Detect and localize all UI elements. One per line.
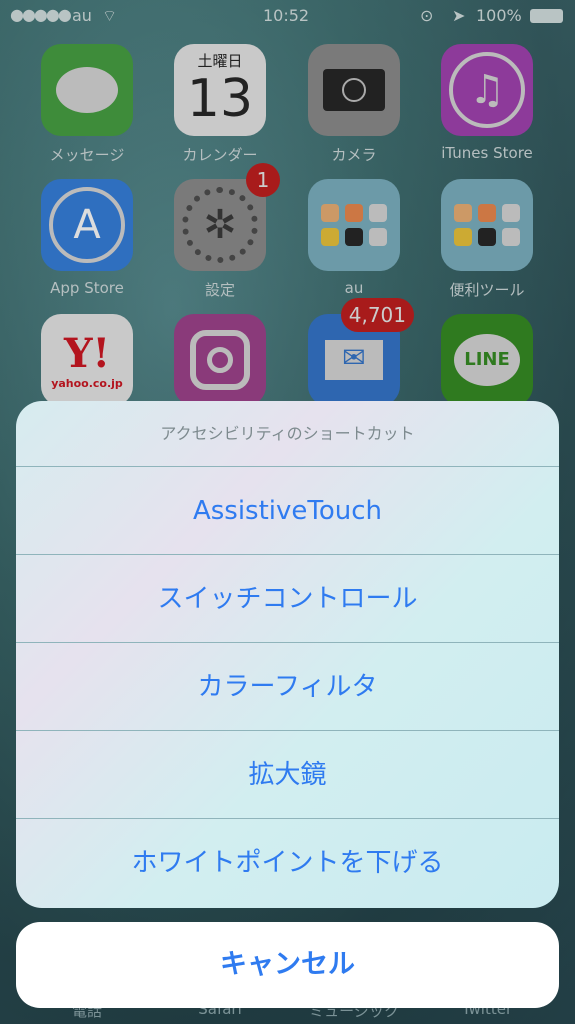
option-assistivetouch[interactable]: AssistiveTouch	[16, 467, 559, 555]
notification-badge: 1	[246, 163, 280, 197]
option-reduce-white-point[interactable]: ホワイトポイントを下げる	[16, 819, 559, 907]
app-label: App Store	[50, 279, 124, 297]
app-label: 設定	[204, 281, 235, 299]
folder-icon	[441, 179, 533, 271]
app-messages[interactable]: メッセージ	[41, 44, 133, 165]
app-label: メッセージ	[49, 146, 125, 164]
cancel-button[interactable]: キャンセル	[16, 922, 559, 1008]
rotation-lock-icon: ⊙	[420, 6, 434, 25]
yahoo-icon: Y! yahoo.co.jp	[41, 314, 133, 406]
accessibility-shortcut-sheet: アクセシビリティのショートカット AssistiveTouch スイッチコントロ…	[16, 401, 559, 908]
app-instagram[interactable]	[174, 314, 266, 406]
clock: 10:52	[263, 6, 310, 25]
app-calendar[interactable]: 土曜日 13 カレンダー	[174, 44, 266, 165]
line-logo: LINE	[454, 334, 520, 386]
app-settings[interactable]: ✲ 設定 1	[174, 163, 280, 300]
app-label: au	[344, 279, 364, 297]
app-folder[interactable]: au	[308, 179, 400, 297]
sheet-title: アクセシビリティのショートカット	[16, 401, 559, 467]
status-bar: ●●●●● au ⌔ 10:52 ⊙ ➤ 100%	[0, 0, 575, 32]
app-app-store[interactable]: A App Store	[41, 179, 133, 297]
calendar-icon: 土曜日 13	[174, 44, 266, 136]
app-mail[interactable]: ✉ 4,701	[308, 298, 414, 406]
location-icon: ➤	[452, 6, 466, 25]
line-icon: LINE	[441, 314, 533, 406]
app-itunes[interactable]: ♫ iTunes Store	[441, 44, 533, 162]
app-label: カレンダー	[182, 146, 258, 164]
battery-percent: 100%	[476, 6, 522, 25]
app-line[interactable]: LINE	[441, 314, 533, 406]
option-color-filters[interactable]: カラーフィルタ	[16, 643, 559, 731]
app-label: 便利ツール	[449, 281, 525, 299]
app-store-icon: A	[41, 179, 133, 271]
app-label: カメラ	[331, 146, 377, 164]
option-magnifier[interactable]: 拡大鏡	[16, 731, 559, 819]
app-yahoo[interactable]: Y! yahoo.co.jp	[41, 314, 133, 406]
messages-icon	[41, 44, 133, 136]
app-label: iTunes Store	[441, 144, 533, 162]
option-switch-control[interactable]: スイッチコントロール	[16, 555, 559, 643]
signal-icon: ●●●●●	[10, 5, 72, 24]
calendar-weekday: 土曜日	[197, 52, 243, 70]
instagram-icon	[174, 314, 266, 406]
battery-icon	[530, 9, 563, 23]
notification-badge: 4,701	[340, 298, 414, 332]
itunes-icon: ♫	[441, 44, 533, 136]
yahoo-logo: Y!	[63, 330, 111, 377]
app-camera[interactable]: カメラ	[308, 44, 400, 165]
camera-icon	[308, 44, 400, 136]
carrier: au	[72, 6, 92, 25]
yahoo-domain: yahoo.co.jp	[51, 377, 123, 390]
app-folder[interactable]: 便利ツール	[441, 179, 533, 300]
wifi-icon: ⌔	[102, 6, 118, 25]
folder-icon	[308, 179, 400, 271]
calendar-day: 13	[186, 69, 254, 129]
